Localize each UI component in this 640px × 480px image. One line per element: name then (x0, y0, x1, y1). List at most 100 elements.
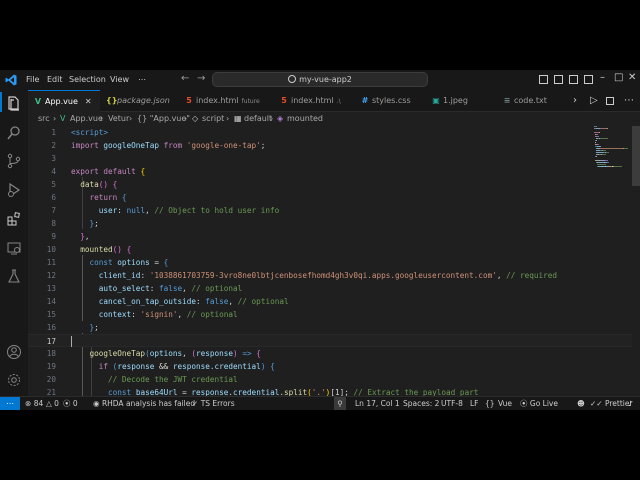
problems-warnings[interactable]: △ 0 (46, 397, 59, 410)
tab-label: package.json (117, 96, 170, 105)
code-line[interactable]: 6 return { (28, 191, 632, 204)
code-line[interactable]: 7 user: null, // Object to hold user inf… (28, 204, 632, 217)
breadcrumb-script[interactable]: ◇ script (192, 112, 224, 125)
customize-layout-icon[interactable] (584, 75, 593, 84)
double-check-icon: ✓✓ (590, 399, 603, 408)
editor-more-actions-icon[interactable]: ⋯ (624, 95, 634, 106)
code-line[interactable]: 19 if (response && response.credential) … (28, 360, 632, 373)
code-line[interactable]: 20 // Decode the JWT credential (28, 373, 632, 386)
code-token: { (121, 193, 127, 202)
remote-indicator-icon[interactable]: ⋯ (0, 397, 20, 410)
code-token: const (89, 258, 118, 267)
code-line[interactable]: 4 export default { (28, 165, 632, 178)
language-braces[interactable]: {} (485, 397, 495, 410)
command-center-search[interactable]: my-vue-app2 (212, 72, 428, 87)
minimize-icon[interactable]: – (600, 72, 605, 83)
code-editor[interactable]: 1 <script> 2 import googleOneTap from 'goog… (28, 125, 632, 396)
notifications-bell-icon[interactable]: ♪ (628, 397, 633, 410)
prettier-status[interactable]: ✓✓ Prettier (590, 397, 633, 410)
back-arrow-icon[interactable]: ← (181, 73, 189, 84)
menu-more[interactable]: ⋯ (138, 75, 146, 84)
extensions-icon[interactable] (6, 211, 22, 227)
line-number: 19 (46, 362, 56, 371)
code-line[interactable]: 2 import googleOneTap from 'google-one-ta… (28, 139, 632, 152)
vertical-scrollbar[interactable] (632, 126, 640, 186)
tab-index-html-root[interactable]: 5 index.html .\ (280, 90, 340, 112)
menu-selection[interactable]: Selection (69, 75, 106, 84)
search-view-icon[interactable] (6, 125, 22, 141)
tab-code-txt[interactable]: ≡ code.txt (503, 90, 547, 112)
close-window-icon[interactable]: ✕ (628, 72, 636, 83)
code-line[interactable]: 18 googleOneTap(options, (response) => { (28, 347, 632, 360)
code-line[interactable]: 3 (28, 152, 632, 165)
minimap[interactable] (594, 125, 632, 396)
code-line[interactable]: 12 client_id: '1038861703759-3vro8ne0lbt… (28, 269, 632, 282)
tab-index-html-future[interactable]: 5 index.html future (185, 90, 260, 112)
tab-overflow-chevron-icon[interactable]: › (573, 95, 577, 106)
menu-view[interactable]: View (110, 75, 129, 84)
code-line[interactable]: 1 <script> (28, 126, 632, 139)
tab-app-vue[interactable]: V App.vue ✕ (28, 90, 100, 112)
code-line[interactable]: 11 const options = { (28, 256, 632, 269)
toggle-panel-left-icon[interactable] (539, 75, 548, 84)
breadcrumb-mounted[interactable]: ◈ mounted (277, 112, 323, 125)
file-encoding[interactable]: UTF-8 (441, 397, 463, 410)
tab-package-json[interactable]: {}package.json (106, 90, 170, 112)
end-of-line[interactable]: LF (470, 397, 479, 410)
breadcrumb-src[interactable]: src (38, 112, 50, 125)
code-line[interactable]: 21 const base64Url = response.credential… (28, 386, 632, 396)
code-line[interactable]: 16 }; (28, 321, 632, 334)
split-editor-icon[interactable] (606, 97, 614, 105)
menu-edit[interactable]: Edit (47, 75, 63, 84)
source-control-icon[interactable] (6, 153, 22, 169)
testing-flask-icon[interactable] (6, 268, 22, 284)
tab-styles-css[interactable]: # styles.css (361, 90, 411, 112)
settings-gear-icon[interactable] (6, 372, 22, 388)
run-debug-icon[interactable] (6, 182, 22, 198)
tab-1-jpeg[interactable]: ▣ 1.jpeg (432, 90, 468, 112)
code-line[interactable]: 13 auto_select: false, // optional (28, 282, 632, 295)
menu-file[interactable]: File (26, 75, 39, 84)
code-token: : (117, 206, 127, 215)
accounts-icon[interactable] (6, 344, 22, 360)
code-line[interactable]: 17 (28, 334, 632, 347)
line-number: 7 (51, 206, 56, 215)
breadcrumb-app-vue[interactable]: V App.vue (60, 112, 103, 125)
code-line[interactable]: 10 mounted() { (28, 243, 632, 256)
toggle-panel-right-icon[interactable] (569, 75, 578, 84)
remote-explorer-icon[interactable] (6, 240, 22, 256)
code-token: , (182, 349, 192, 358)
language-mode[interactable]: Vue (498, 397, 512, 410)
run-play-icon[interactable]: ▷ (590, 95, 598, 106)
code-line[interactable]: 5 data() { (28, 178, 632, 191)
problems-errors[interactable]: ⊗ 84 (25, 397, 43, 410)
maximize-icon[interactable]: □ (614, 72, 623, 83)
toggle-panel-bottom-icon[interactable] (554, 75, 563, 84)
html-icon: 5 (281, 96, 287, 105)
cursor-position[interactable]: Ln 17, Col 1 (355, 397, 400, 410)
ts-errors-status[interactable]: ✓ TS Errors (192, 397, 235, 410)
zoom-search-icon[interactable]: ⚲ (334, 397, 346, 410)
breadcrumb-module[interactable]: {} "App.vue" (137, 112, 190, 125)
ports-indicator[interactable]: ⦿ 0 (63, 397, 78, 410)
code-line[interactable]: 9 }, (28, 230, 632, 243)
code-line[interactable]: 8 }; (28, 217, 632, 230)
close-tab-icon[interactable]: ✕ (85, 97, 92, 106)
breadcrumb-default[interactable]: ▦ default (234, 112, 272, 125)
indentation-spaces[interactable]: Spaces: 2 (403, 397, 439, 410)
breadcrumb-vetur[interactable]: Vetur (108, 112, 129, 125)
rhda-status[interactable]: ◉ RHDA analysis has failed (93, 397, 195, 410)
explorer-icon[interactable] (6, 96, 22, 112)
forward-arrow-icon[interactable]: → (197, 73, 205, 84)
breadcrumb-separator: › (100, 114, 104, 123)
vscode-window: File Edit Selection View ⋯ ← → my-vue-ap… (0, 70, 640, 410)
code-line[interactable]: 14 cancel_on_tap_outside: false, // opti… (28, 295, 632, 308)
code-line[interactable]: 15 context: 'signin', // optional (28, 308, 632, 321)
go-live-button[interactable]: ⦿ Go Live (520, 397, 558, 410)
copilot-icon[interactable]: ☻ (577, 397, 585, 410)
vscode-logo-icon (5, 74, 17, 86)
